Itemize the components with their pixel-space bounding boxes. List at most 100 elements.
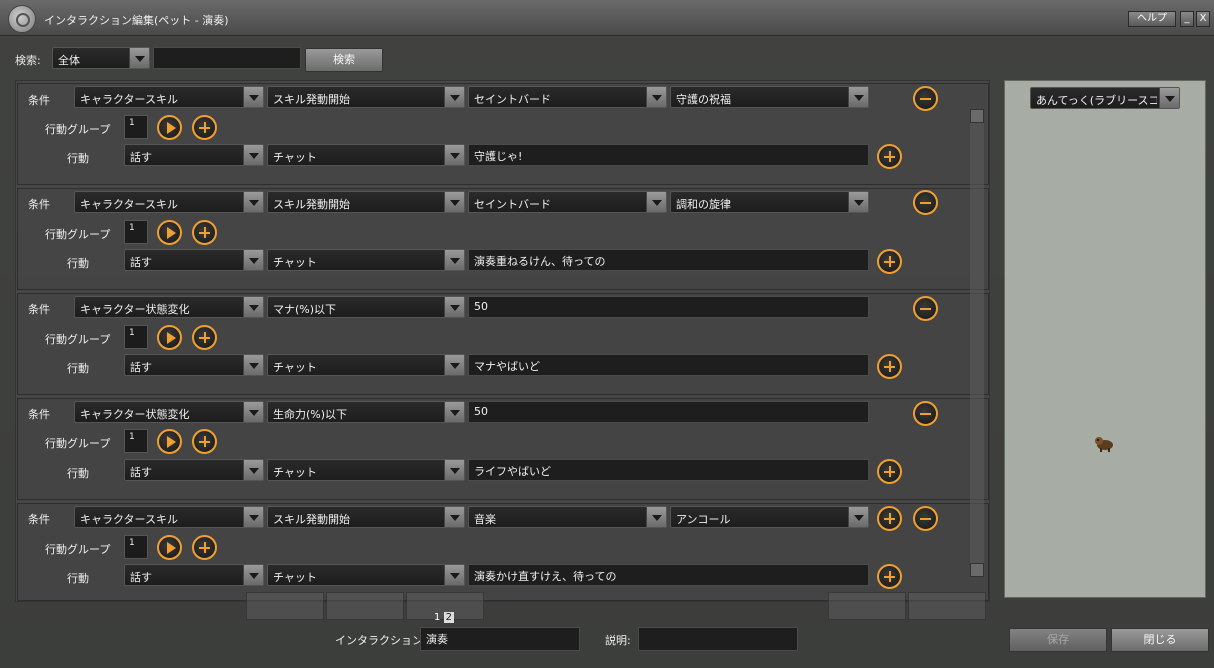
chevron-down-icon[interactable] (646, 192, 666, 212)
minimize-button[interactable]: _ (1180, 11, 1194, 27)
add-group-icon[interactable] (192, 429, 217, 454)
action-channel-dropdown[interactable]: チャット (267, 354, 465, 376)
interaction-name-input[interactable]: 演奏 (420, 627, 580, 651)
page-link-current[interactable]: 2 (443, 612, 454, 623)
condition-event-dropdown[interactable]: 生命力(%)以下 (267, 401, 465, 423)
chevron-down-icon[interactable] (243, 192, 263, 212)
action-type-dropdown[interactable]: 話す (124, 249, 264, 271)
add-group-icon[interactable] (192, 325, 217, 350)
condition-type-dropdown[interactable]: キャラクター状態変化 (74, 401, 264, 423)
chevron-down-icon[interactable] (444, 87, 464, 107)
action-group-input[interactable]: 1 (124, 115, 148, 139)
remove-condition-icon[interactable] (913, 506, 938, 531)
help-button[interactable]: ヘルプ (1128, 11, 1176, 27)
action-group-input[interactable]: 1 (124, 220, 148, 244)
chevron-down-icon[interactable] (848, 192, 868, 212)
chevron-down-icon[interactable] (1159, 88, 1179, 108)
chevron-down-icon[interactable] (646, 87, 666, 107)
remove-condition-icon[interactable] (913, 401, 938, 426)
rules-scrollbar[interactable] (970, 109, 984, 577)
condition-type-dropdown[interactable]: キャラクタースキル (74, 86, 264, 108)
condition-event-dropdown[interactable]: マナ(%)以下 (267, 296, 465, 318)
chevron-down-icon[interactable] (848, 87, 868, 107)
chevron-down-icon[interactable] (243, 297, 263, 317)
chevron-down-icon[interactable] (243, 87, 263, 107)
chevron-down-icon[interactable] (243, 565, 263, 585)
scroll-down-icon[interactable] (970, 563, 984, 577)
action-type-dropdown[interactable]: 話す (124, 459, 264, 481)
action-group-input[interactable]: 1 (124, 535, 148, 559)
chevron-down-icon[interactable] (243, 250, 263, 270)
action-channel-dropdown[interactable]: チャット (267, 459, 465, 481)
chevron-down-icon[interactable] (444, 250, 464, 270)
play-icon[interactable] (157, 115, 182, 140)
scroll-up-icon[interactable] (970, 109, 984, 123)
chevron-down-icon[interactable] (848, 507, 868, 527)
add-action-icon[interactable] (877, 564, 902, 589)
condition-value-input[interactable]: 50 (468, 401, 869, 423)
condition-type-dropdown[interactable]: キャラクタースキル (74, 191, 264, 213)
chevron-down-icon[interactable] (444, 145, 464, 165)
chevron-down-icon[interactable] (243, 145, 263, 165)
action-group-input[interactable]: 1 (124, 429, 148, 453)
play-icon[interactable] (157, 220, 182, 245)
action-channel-dropdown[interactable]: チャット (267, 249, 465, 271)
chevron-down-icon[interactable] (444, 297, 464, 317)
condition-event-dropdown[interactable]: スキル発動開始 (267, 86, 465, 108)
remove-condition-icon[interactable] (913, 190, 938, 215)
condition-value-input[interactable]: 50 (468, 296, 869, 318)
condition-skill-dropdown[interactable]: 守護の祝福 (670, 86, 869, 108)
action-text-input[interactable]: マナやばいど (468, 354, 869, 376)
search-button[interactable]: 検索 (305, 48, 383, 72)
chevron-down-icon[interactable] (243, 507, 263, 527)
add-action-icon[interactable] (877, 354, 902, 379)
add-action-icon[interactable] (877, 459, 902, 484)
description-input[interactable] (638, 627, 798, 651)
chevron-down-icon[interactable] (444, 402, 464, 422)
condition-event-dropdown[interactable]: スキル発動開始 (267, 191, 465, 213)
chevron-down-icon[interactable] (444, 355, 464, 375)
play-icon[interactable] (157, 535, 182, 560)
action-group-input[interactable]: 1 (124, 325, 148, 349)
close-button[interactable]: 閉じる (1111, 628, 1209, 652)
pet-selector-dropdown[interactable]: あんてっく(ラブリースコティッ (1030, 87, 1180, 109)
add-group-icon[interactable] (192, 115, 217, 140)
action-channel-dropdown[interactable]: チャット (267, 564, 465, 586)
action-type-dropdown[interactable]: 話す (124, 564, 264, 586)
condition-type-dropdown[interactable]: キャラクター状態変化 (74, 296, 264, 318)
action-text-input[interactable]: ライフやばいど (468, 459, 869, 481)
action-text-input[interactable]: 守護じゃ! (468, 144, 869, 166)
chevron-down-icon[interactable] (243, 460, 263, 480)
chevron-down-icon[interactable] (444, 460, 464, 480)
play-icon[interactable] (157, 325, 182, 350)
condition-skill-dropdown[interactable]: 調和の旋律 (670, 191, 869, 213)
chevron-down-icon[interactable] (129, 48, 149, 68)
condition-skill-category-dropdown[interactable]: セイントバード (468, 86, 667, 108)
close-window-button[interactable]: X (1196, 11, 1210, 27)
chevron-down-icon[interactable] (444, 565, 464, 585)
page-link[interactable]: 1 (434, 612, 440, 623)
condition-skill-category-dropdown[interactable]: 音楽 (468, 506, 667, 528)
chevron-down-icon[interactable] (646, 507, 666, 527)
condition-skill-category-dropdown[interactable]: セイントバード (468, 191, 667, 213)
chevron-down-icon[interactable] (444, 507, 464, 527)
action-text-input[interactable]: 演奏重ねるけん、待っての (468, 249, 869, 271)
play-icon[interactable] (157, 429, 182, 454)
condition-skill-dropdown[interactable]: アンコール (670, 506, 869, 528)
save-button[interactable]: 保存 (1009, 628, 1107, 652)
remove-condition-icon[interactable] (913, 86, 938, 111)
chevron-down-icon[interactable] (444, 192, 464, 212)
action-type-dropdown[interactable]: 話す (124, 144, 264, 166)
action-type-dropdown[interactable]: 話す (124, 354, 264, 376)
add-group-icon[interactable] (192, 535, 217, 560)
chevron-down-icon[interactable] (243, 355, 263, 375)
action-channel-dropdown[interactable]: チャット (267, 144, 465, 166)
chevron-down-icon[interactable] (243, 402, 263, 422)
add-condition-icon[interactable] (877, 506, 902, 531)
search-scope-dropdown[interactable]: 全体 (52, 47, 150, 69)
condition-type-dropdown[interactable]: キャラクタースキル (74, 506, 264, 528)
condition-event-dropdown[interactable]: スキル発動開始 (267, 506, 465, 528)
add-group-icon[interactable] (192, 220, 217, 245)
action-text-input[interactable]: 演奏かけ直すけえ、待っての (468, 564, 869, 586)
search-input[interactable] (153, 47, 301, 69)
